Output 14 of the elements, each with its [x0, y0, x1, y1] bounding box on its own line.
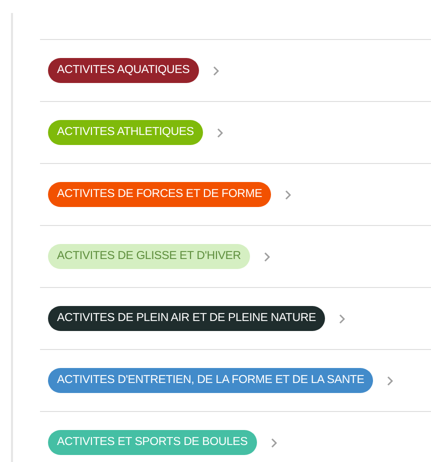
category-tag[interactable]: ACTIVITES ATHLETIQUES [48, 120, 203, 145]
category-tag[interactable]: ACTIVITES D'ENTRETIEN, DE LA FORME ET DE LA SANTE [48, 368, 374, 393]
chevron-right-icon [216, 128, 223, 138]
chevron-right-icon [270, 438, 277, 448]
category-tag[interactable]: ACTIVITES ET SPORTS DE BOULES [48, 430, 257, 455]
chevron-right-icon [285, 190, 292, 200]
chevron-right-icon [338, 314, 345, 324]
category-tag[interactable]: ACTIVITES DE PLEIN AIR ET DE PLEINE NATURE [48, 306, 325, 331]
category-tag[interactable]: ACTIVITES AQUATIQUES [48, 58, 199, 83]
chevron-right-icon [264, 252, 270, 262]
category-tag[interactable]: ACTIVITES DE GLISSE ET D'HIVER [48, 244, 250, 269]
category-tag[interactable]: ACTIVITES DE FORCES ET DE FORME [48, 182, 272, 207]
chevron-right-icon [212, 66, 219, 76]
chevron-right-icon [387, 376, 394, 386]
